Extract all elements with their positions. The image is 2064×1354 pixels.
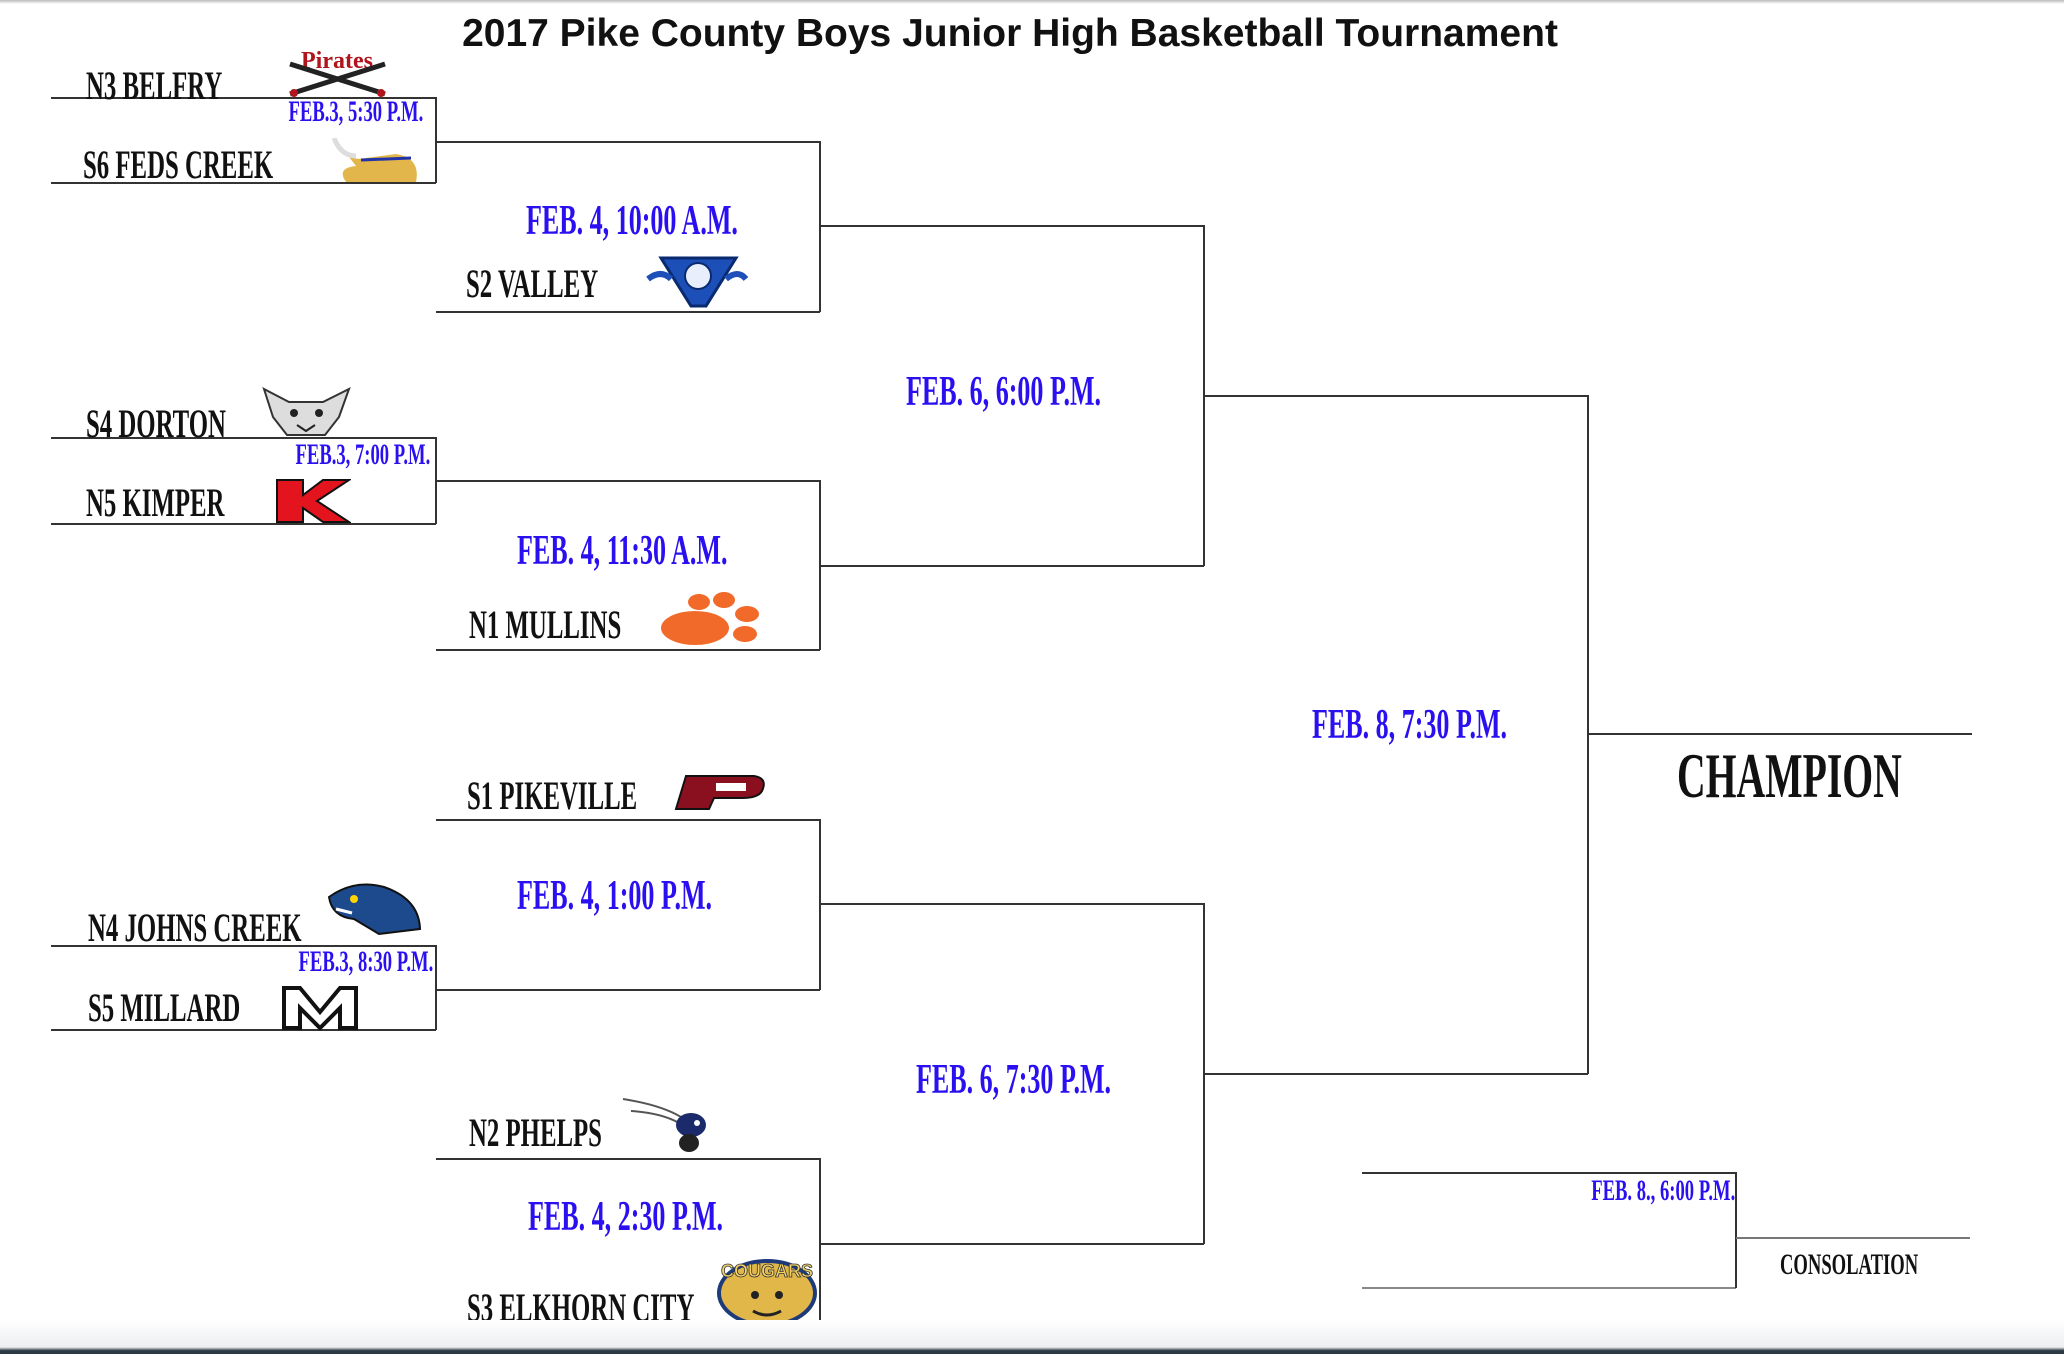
bracket-line: [436, 649, 820, 651]
bracket-line: [820, 565, 1204, 567]
valley-wildcat-logo: [646, 256, 748, 308]
game-date: FEB.3, 7:00 P.M.: [295, 438, 430, 471]
champion-line: [1588, 733, 1972, 735]
game-date: FEB. 6, 7:30 P.M.: [916, 1057, 1112, 1103]
top-edge: [0, 0, 2064, 4]
bracket-line: [435, 945, 437, 1030]
bottom-edge: [0, 1320, 2064, 1354]
bracket-line: [436, 311, 820, 313]
team-johns-creek: N4 JOHNS CREEK: [88, 905, 302, 950]
bracket-line: [436, 480, 820, 482]
pirates-logo: Pirates: [289, 48, 386, 97]
team-valley: S2 VALLEY: [466, 261, 599, 306]
paw-logo: [661, 592, 759, 645]
consolation-label: CONSOLATION: [1780, 1248, 1919, 1281]
bracket-line: [436, 1158, 820, 1160]
team-millard: S5 MILLARD: [88, 985, 241, 1030]
panther-logo: [327, 883, 422, 936]
wildcat-logo: [262, 387, 351, 436]
bracket-line: [1362, 1287, 1736, 1289]
bracket-line: [1204, 1073, 1588, 1075]
bracket-line: [820, 225, 1204, 227]
bracket-line: [435, 97, 437, 183]
bracket-line: [436, 141, 820, 143]
team-belfry: N3 BELFRY: [86, 63, 223, 108]
bracket-line: [1204, 395, 1588, 397]
team-mullins: N1 MULLINS: [469, 602, 622, 647]
game-date: FEB. 4, 10:00 A.M.: [526, 198, 738, 244]
svg-text:COUGARS: COUGARS: [721, 1261, 813, 1281]
team-dorton: S4 DORTON: [86, 401, 226, 446]
game-date: FEB. 4, 2:30 P.M.: [528, 1194, 724, 1240]
bracket-line: [436, 989, 820, 991]
bracket-line: [820, 903, 1204, 905]
game-date: FEB.3, 8:30 P.M.: [298, 945, 433, 978]
k-logo: [276, 479, 351, 523]
game-date: FEB.3, 5:30 P.M.: [288, 95, 423, 128]
p-logo: [674, 775, 765, 810]
champion-label: CHAMPION: [1677, 740, 1902, 811]
team-feds-creek: S6 FEDS CREEK: [83, 142, 274, 187]
cougars-logo: COUGARS: [717, 1259, 817, 1327]
hornet-logo: [622, 1098, 706, 1152]
team-pikeville: S1 PIKEVILLE: [467, 773, 638, 818]
team-phelps: N2 PHELPS: [469, 1110, 602, 1155]
consolation-line: [1736, 1237, 1970, 1239]
bracket-line: [820, 1243, 1204, 1245]
viking-logo: [331, 138, 417, 182]
bracket-line: [1735, 1172, 1737, 1288]
m-logo: [282, 986, 358, 1031]
game-date: FEB. 6, 6:00 P.M.: [906, 369, 1102, 415]
bracket-line: [436, 819, 820, 821]
game-date: FEB. 8, 7:30 P.M.: [1312, 702, 1508, 748]
team-kimper: N5 KIMPER: [86, 480, 225, 525]
game-date: FEB. 4, 1:00 P.M.: [517, 873, 713, 919]
game-date: FEB. 8., 6:00 P.M.: [1591, 1174, 1735, 1207]
game-date: FEB. 4, 11:30 A.M.: [517, 528, 728, 574]
